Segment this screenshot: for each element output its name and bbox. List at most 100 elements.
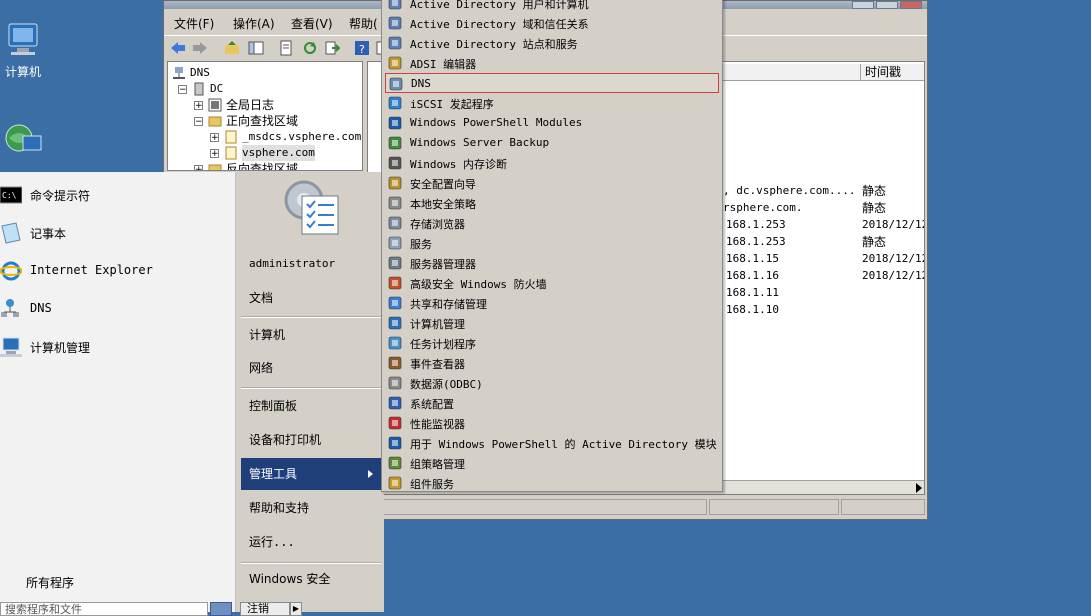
share-icon [388,296,402,310]
place-network[interactable]: 网络 [241,353,381,383]
all-programs-link[interactable]: 所有程序 [26,574,74,591]
properties-icon[interactable] [278,40,294,56]
admin-tool-item[interactable]: 高级安全 Windows 防火墙 [385,273,719,293]
admin-tool-label: 存储浏览器 [410,218,465,231]
admin-tool-item[interactable]: 数据源(ODBC) [385,373,719,393]
dns-icon [173,67,185,79]
admin-tool-label: Windows Server Backup [410,136,550,149]
firewall-icon [388,276,402,290]
minimize-button[interactable] [852,1,874,9]
admin-tool-item[interactable]: 性能监视器 [385,413,719,433]
admin-tool-label: 安全配置向导 [410,178,476,191]
admin-tool-item[interactable]: 共享和存储管理 [385,293,719,313]
place-documents[interactable]: 文档 [241,283,381,313]
start-search-input[interactable]: 搜索程序和文件 [0,602,208,616]
record-data[interactable]: , dc.vsphere.com.... [723,183,855,199]
close-button[interactable] [900,1,922,9]
expand-icon[interactable]: + [210,149,219,159]
pinned-cmd[interactable]: C:\ 命令提示符 [0,178,236,212]
start-menu-programs: C:\ 命令提示符 记事本 Internet Explorer DNS 计算机管… [0,172,236,616]
admin-tool-item[interactable]: Active Directory 域和信任关系 [385,13,719,33]
record-data[interactable]: 168.1.15 [726,251,779,267]
dns-icon [1,299,19,317]
collapse-icon[interactable]: − [194,117,203,127]
place-help-support[interactable]: 帮助和支持 [241,493,381,523]
record-data[interactable]: 168.1.253 [726,234,786,250]
admin-tool-item[interactable]: 系统配置 [385,393,719,413]
admin-tool-item[interactable]: 组件服务 [385,473,719,493]
maximize-button[interactable] [876,1,898,9]
services-icon [388,236,402,250]
admin-tool-label: 任务计划程序 [410,338,476,351]
refresh-icon[interactable] [302,40,318,56]
admin-tool-item[interactable]: 存储浏览器 [385,213,719,233]
network-icon [5,124,42,152]
admin-tool-item[interactable]: 服务器管理器 [385,253,719,273]
shutdown-options-icon[interactable]: ▶ [290,602,302,616]
scroll-right-icon[interactable] [916,483,922,493]
admin-tool-item[interactable]: ADSI 编辑器 [385,53,719,73]
place-computer[interactable]: 计算机 [241,320,381,350]
admin-tool-item[interactable]: 本地安全策略 [385,193,719,213]
pinned-computer-management[interactable]: 计算机管理 [0,330,236,364]
admin-tool-item[interactable]: 事件查看器 [385,353,719,373]
expand-icon[interactable]: + [210,133,219,143]
logoff-button[interactable]: 注销 [240,602,290,616]
admin-tool-item[interactable]: Active Directory 站点和服务 [385,33,719,53]
pinned-dns[interactable]: DNS [0,292,236,326]
admin-tool-item[interactable]: iSCSI 发起程序 [385,93,719,113]
expand-icon[interactable]: + [194,101,203,111]
menu-action[interactable]: 操作(A) [233,15,275,32]
place-admin-tools[interactable]: 管理工具 [241,458,381,490]
computer-icon [8,23,38,55]
collapse-icon[interactable]: − [178,85,187,95]
up-folder-icon[interactable] [224,40,240,56]
menu-file[interactable]: 文件(F) [174,15,214,32]
admin-tool-item[interactable]: Windows 内存诊断 [385,153,719,173]
menu-view[interactable]: 查看(V) [291,15,333,32]
place-control-panel[interactable]: 控制面板 [241,391,381,421]
admin-tool-item[interactable]: Windows Server Backup [385,133,719,153]
record-data[interactable]: 168.1.11 [726,285,779,301]
record-data[interactable]: 168.1.16 [726,268,779,284]
backup-icon [388,136,402,150]
pinned-notepad[interactable]: 记事本 [0,216,236,250]
expand-icon[interactable]: + [194,165,203,170]
export-icon[interactable] [324,40,340,56]
search-icon[interactable] [210,602,232,616]
ie-icon [0,261,22,281]
back-icon[interactable] [170,40,186,56]
show-tree-icon[interactable] [248,40,264,56]
admin-tool-item[interactable]: Windows PowerShell Modules [385,113,719,133]
admin-tool-item[interactable]: 任务计划程序 [385,333,719,353]
desktop-icon-network[interactable] [0,122,46,163]
pinned-ie[interactable]: Internet Explorer [0,254,236,288]
forward-icon[interactable] [192,40,208,56]
admin-tool-item[interactable]: Active Directory 用户和计算机 [385,0,719,13]
admin-tool-label: 共享和存储管理 [410,298,487,311]
place-run[interactable]: 运行... [241,527,381,557]
place-devices-printers[interactable]: 设备和打印机 [241,425,381,455]
adsi-icon [388,56,402,70]
place-user[interactable]: administrator [241,249,381,279]
help-icon[interactable]: ? [354,40,370,56]
desktop-icon-computer[interactable]: 计算机 [0,22,46,80]
record-data[interactable]: 168.1.253 [726,217,786,233]
place-windows-security[interactable]: Windows 安全 [241,564,381,594]
admin-tool-label: Active Directory 域和信任关系 [410,18,589,31]
admin-tool-label: 计算机管理 [410,318,465,331]
admin-tool-item[interactable]: 计算机管理 [385,313,719,333]
admin-tool-item[interactable]: 服务 [385,233,719,253]
admin-tool-item[interactable]: 组策略管理 [385,453,719,473]
column-header-timestamp[interactable]: 时间戳 [861,64,924,81]
admin-tool-item[interactable]: 用于 Windows PowerShell 的 Active Directory… [385,433,719,453]
menu-help[interactable]: 帮助( [349,15,378,32]
admin-tool-item[interactable]: DNS [385,73,719,93]
record-data[interactable]: 168.1.10 [726,302,779,318]
admin-tool-label: Windows PowerShell Modules [410,116,583,129]
record-data[interactable]: rsphere.com. [723,200,802,216]
server-manager-icon [388,256,402,270]
admin-tool-item[interactable]: 安全配置向导 [385,173,719,193]
admin-tool-label: Active Directory 用户和计算机 [410,0,589,11]
column-header-data[interactable] [721,64,861,81]
